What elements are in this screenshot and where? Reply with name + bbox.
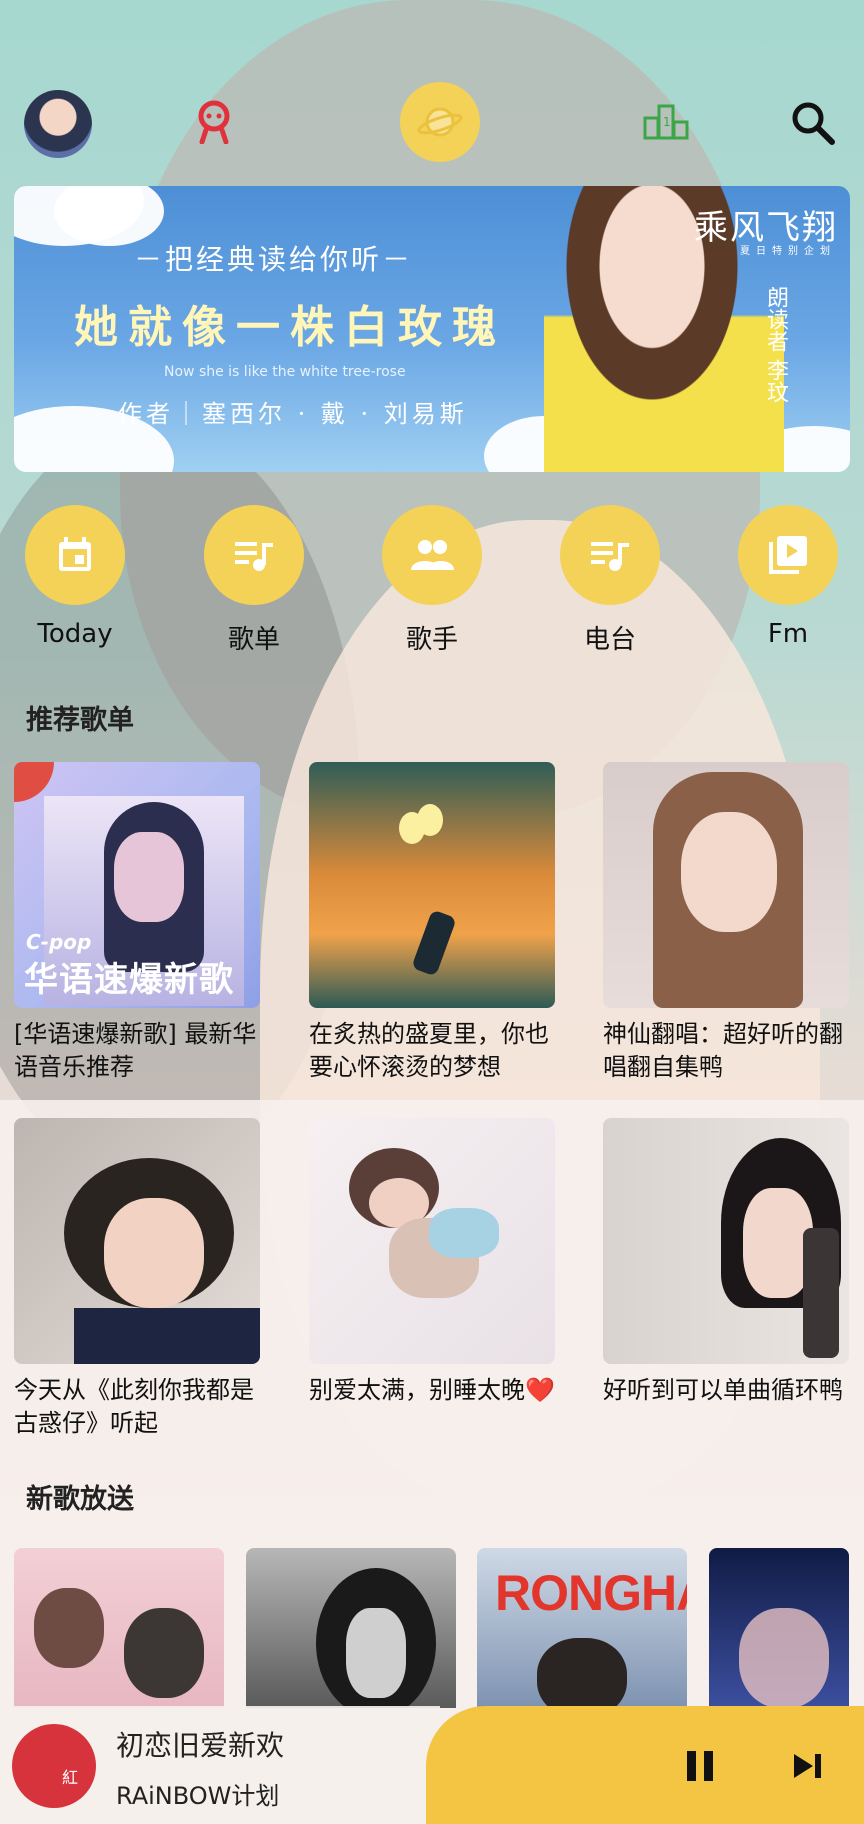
discover-planet-icon[interactable] xyxy=(400,82,480,162)
playlist-title: 别爱太满，别睡太晚❤️ xyxy=(309,1376,555,1404)
album-cover[interactable] xyxy=(14,1548,224,1708)
entry-label: 电台 xyxy=(583,625,636,655)
now-playing-title[interactable]: 初恋旧爱新欢 xyxy=(116,1724,284,1764)
search-icon[interactable] xyxy=(776,86,848,158)
top-nav-bar: 1 xyxy=(0,80,864,165)
entry-label: 歌单 xyxy=(227,625,280,655)
cover-text: 华语速爆新歌 xyxy=(24,960,234,1000)
mine-icon[interactable] xyxy=(178,86,250,158)
album-disc[interactable] xyxy=(12,1724,96,1808)
people-icon xyxy=(382,505,482,605)
playlist-card[interactable]: 别爱太满，别睡太晚❤️ xyxy=(309,1118,555,1407)
playlist-title: 在炙热的盛夏里，你也要心怀滚烫的梦想 xyxy=(309,1020,549,1081)
playlist-cover xyxy=(603,762,849,1008)
banner-english-title: Now she is like the white tree-rose xyxy=(164,364,406,380)
mini-player[interactable]: 紅 初恋旧爱新欢 RAiNBOW计划 xyxy=(0,1706,864,1824)
entry-label: Today xyxy=(37,619,113,649)
playlist-cover xyxy=(603,1118,849,1364)
pause-icon[interactable] xyxy=(670,1736,730,1796)
playlist-title: 好听到可以单曲循环鸭 xyxy=(603,1376,843,1404)
album-cover[interactable] xyxy=(246,1548,456,1708)
playlist-card[interactable]: 神仙翻唱：超好听的翻唱翻自集鸭 xyxy=(603,762,849,1084)
next-track-icon[interactable] xyxy=(778,1736,838,1796)
album-cover[interactable]: RONGHAO xyxy=(477,1548,687,1708)
now-playing-artist: RAiNBOW计划 xyxy=(116,1782,280,1810)
entry-label: 歌手 xyxy=(405,625,458,655)
playlist-icon xyxy=(560,505,660,605)
quick-entries: Today 歌单 歌手 电台 Fm xyxy=(0,505,864,655)
svg-text:1: 1 xyxy=(663,115,671,129)
new-songs-section-title: 新歌放送 xyxy=(26,1484,134,1515)
playlist-card[interactable]: 好听到可以单曲循环鸭 xyxy=(603,1118,849,1407)
entry-singers[interactable]: 歌手 xyxy=(352,505,512,656)
banner-brand-sub: 夏日特别企划 xyxy=(740,246,836,257)
album-cover-text: RONGHAO xyxy=(495,1565,687,1621)
playlist-icon xyxy=(204,505,304,605)
calendar-icon xyxy=(25,505,125,605)
entry-radio[interactable]: 电台 xyxy=(530,505,690,656)
entry-label: Fm xyxy=(767,619,809,649)
playlist-title: 今天从《此刻你我都是古惑仔》听起 xyxy=(14,1376,254,1437)
banner-headline: 她就像一株白玫瑰 xyxy=(74,302,506,353)
playlist-title: 神仙翻唱：超好听的翻唱翻自集鸭 xyxy=(603,1020,843,1081)
banner-author: 作者｜塞西尔 · 戴 · 刘易斯 xyxy=(118,400,468,428)
playlist-cover xyxy=(309,1118,555,1364)
user-avatar[interactable] xyxy=(24,90,92,158)
playlist-card[interactable]: 在炙热的盛夏里，你也要心怀滚烫的梦想 xyxy=(309,762,555,1084)
playlist-card[interactable]: 今天从《此刻你我都是古惑仔》听起 xyxy=(14,1118,260,1440)
entry-playlist[interactable]: 歌单 xyxy=(174,505,334,656)
playlist-card[interactable]: C-pop 华语速爆新歌 [华语速爆新歌] 最新华语音乐推荐 xyxy=(14,762,260,1084)
playlist-cover: C-pop 华语速爆新歌 xyxy=(14,762,260,1008)
banner-readers: 朗读者 李玟 xyxy=(763,286,788,403)
disc-mark: 紅 xyxy=(62,1768,79,1787)
entry-fm[interactable]: Fm xyxy=(708,505,864,649)
recommended-section-title: 推荐歌单 xyxy=(26,705,134,736)
playlist-cover xyxy=(14,1118,260,1364)
playlist-title: [华语速爆新歌] 最新华语音乐推荐 xyxy=(14,1020,257,1081)
cover-text: C-pop xyxy=(26,930,92,954)
playlist-cover xyxy=(309,762,555,1008)
entry-today[interactable]: Today xyxy=(0,505,155,649)
album-cover[interactable] xyxy=(709,1548,849,1708)
promo-banner[interactable]: －把经典读给你听－ 她就像一株白玫瑰 Now she is like the w… xyxy=(14,186,850,472)
video-library-icon xyxy=(738,505,838,605)
banner-tagline: －把经典读给你听－ xyxy=(134,243,414,276)
rank-icon[interactable]: 1 xyxy=(630,86,702,158)
